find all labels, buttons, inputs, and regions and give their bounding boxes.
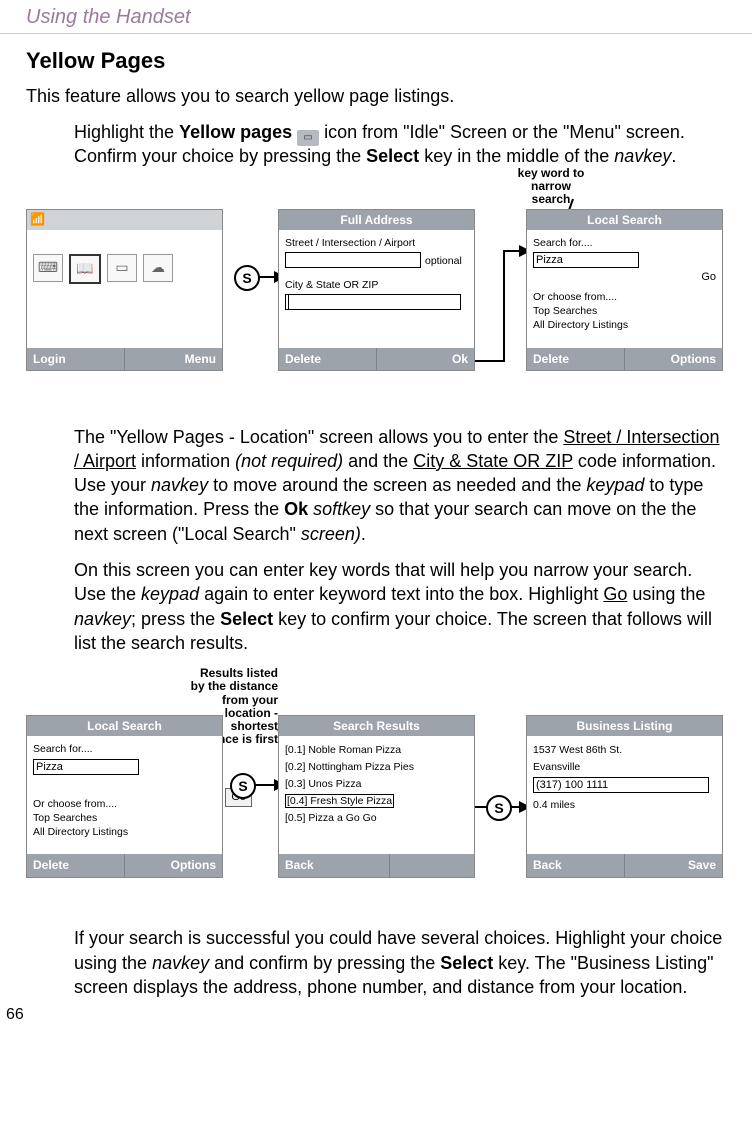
full-address-screen: Full Address Street / Intersection / Air… xyxy=(278,209,475,371)
header-rule xyxy=(0,33,752,34)
paragraph-4: If your search is successful you could h… xyxy=(74,926,726,999)
biz-phone[interactable]: (317) 100 1111 xyxy=(533,777,709,793)
full-address-title: Full Address xyxy=(279,210,474,230)
local-search-screen-2: Local Search Search for.... Pizza Or cho… xyxy=(26,715,223,877)
all-listings-1[interactable]: All Directory Listings xyxy=(533,318,716,332)
yellow-pages-icon: ▭ xyxy=(297,130,319,146)
all-listings-2[interactable]: All Directory Listings xyxy=(33,825,216,839)
diagram-row-2: Results listed by the distance from your… xyxy=(26,675,726,900)
city-input[interactable] xyxy=(285,294,461,310)
choose-label-1: Or choose from.... xyxy=(533,290,716,304)
softkey-blank xyxy=(390,854,475,876)
idle-icon-1[interactable]: ⌨ xyxy=(33,254,63,282)
business-listing-screen: Business Listing 1537 West 86th St. Evan… xyxy=(526,715,723,877)
local-search-title-1: Local Search xyxy=(527,210,722,230)
choose-label-2: Or choose from.... xyxy=(33,797,216,811)
result-3[interactable]: [0.3] Unos Pizza xyxy=(285,776,468,793)
idle-icon-yellowpages[interactable]: 📖 xyxy=(69,254,101,284)
softkey-delete-1[interactable]: Delete xyxy=(279,348,377,370)
idle-icon-3[interactable]: ▭ xyxy=(107,254,137,282)
select-indicator-3: S xyxy=(486,795,512,821)
search-for-label-1: Search for.... xyxy=(533,236,716,250)
diagram-row-1: key word to narrow search 📶 ⌨ 📖 ▭ ☁ Logi… xyxy=(26,189,726,399)
search-results-screen: Search Results [0.1] Noble Roman Pizza [… xyxy=(278,715,475,877)
search-input-1[interactable]: Pizza xyxy=(533,252,639,268)
search-input-2[interactable]: Pizza xyxy=(33,759,139,775)
softkey-ok[interactable]: Ok xyxy=(377,348,474,370)
softkey-save[interactable]: Save xyxy=(625,854,722,876)
softkey-options-1[interactable]: Options xyxy=(625,348,722,370)
optional-label: optional xyxy=(425,254,462,268)
result-2[interactable]: [0.2] Nottingham Pizza Pies xyxy=(285,759,468,776)
page-number: 66 xyxy=(6,1004,24,1026)
business-listing-title: Business Listing xyxy=(527,716,722,736)
select-indicator-1: S xyxy=(234,265,260,291)
intro-text: This feature allows you to search yellow… xyxy=(26,84,726,108)
paragraph-3: On this screen you can enter key words t… xyxy=(74,558,726,655)
street-label: Street / Intersection / Airport xyxy=(285,236,468,250)
idle-icon-4[interactable]: ☁ xyxy=(143,254,173,282)
result-1[interactable]: [0.1] Noble Roman Pizza xyxy=(285,742,468,759)
search-results-title: Search Results xyxy=(279,716,474,736)
biz-addr1: 1537 West 86th St. xyxy=(533,742,716,758)
result-5[interactable]: [0.5] Pizza a Go Go xyxy=(285,810,468,827)
page-title: Yellow Pages xyxy=(26,46,726,76)
idle-icon-row: ⌨ 📖 ▭ ☁ xyxy=(33,254,216,284)
softkey-delete-3[interactable]: Delete xyxy=(27,854,125,876)
result-4[interactable]: [0.4] Fresh Style Pizza xyxy=(285,793,468,810)
idle-screen: 📶 ⌨ 📖 ▭ ☁ Login Menu xyxy=(26,209,223,371)
select-indicator-2: S xyxy=(230,773,256,799)
city-label: City & State OR ZIP xyxy=(285,278,468,292)
softkey-back-1[interactable]: Back xyxy=(279,854,390,876)
top-searches-1[interactable]: Top Searches xyxy=(533,304,716,318)
annotation-keyword: key word to narrow search xyxy=(511,167,591,207)
softkey-login[interactable]: Login xyxy=(27,348,125,370)
softkey-options-2[interactable]: Options xyxy=(125,854,222,876)
paragraph-2: The "Yellow Pages - Location" screen all… xyxy=(74,425,726,546)
softkey-menu[interactable]: Menu xyxy=(125,348,222,370)
biz-distance: 0.4 miles xyxy=(533,797,716,813)
softkey-back-2[interactable]: Back xyxy=(527,854,625,876)
local-search-screen-1: Local Search Search for.... Pizza Go Or … xyxy=(526,209,723,371)
top-searches-2[interactable]: Top Searches xyxy=(33,811,216,825)
go-label-1[interactable]: Go xyxy=(701,270,716,285)
paragraph-1: Highlight the Yellow pages ▭ icon from "… xyxy=(74,120,726,169)
signal-icon: 📶 xyxy=(30,211,45,227)
local-search-title-2: Local Search xyxy=(27,716,222,736)
biz-addr2: Evansville xyxy=(533,759,716,775)
softkey-delete-2[interactable]: Delete xyxy=(527,348,625,370)
street-input[interactable] xyxy=(285,252,421,268)
running-header: Using the Handset xyxy=(0,0,752,31)
search-for-label-2: Search for.... xyxy=(33,742,216,756)
